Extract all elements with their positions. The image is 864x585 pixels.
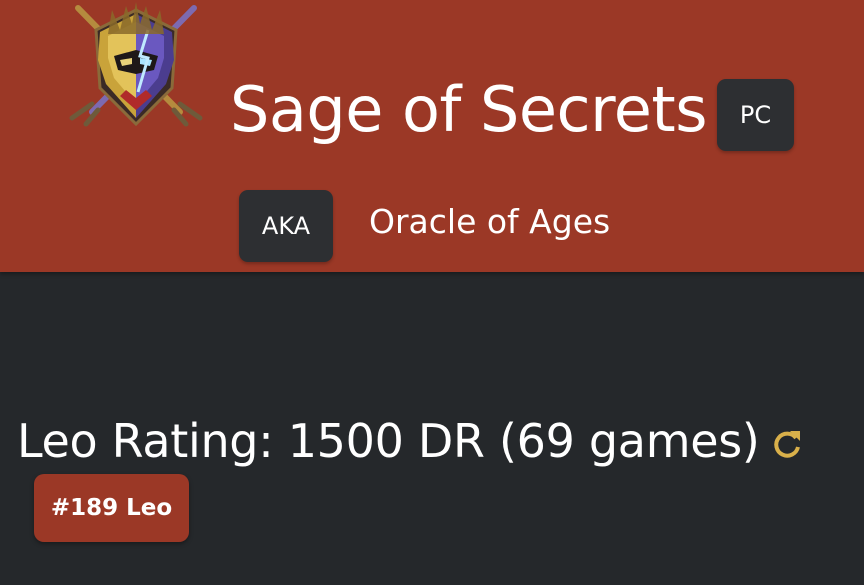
- refresh-icon[interactable]: [770, 427, 804, 461]
- aka-badge: AKA: [239, 190, 333, 262]
- knight-helmet-emblem-icon: [68, 0, 204, 132]
- player-name: Sage of Secrets: [230, 73, 708, 146]
- rating-text: Leo Rating: 1500 DR (69 games): [17, 414, 760, 468]
- player-profile-page: Sage of Secrets PC AKA Oracle of Ages Le…: [0, 0, 864, 585]
- player-alias: Oracle of Ages: [369, 202, 611, 241]
- platform-badge: PC: [717, 79, 794, 151]
- profile-header: Sage of Secrets PC AKA Oracle of Ages: [0, 0, 864, 272]
- rank-badge[interactable]: #189 Leo: [34, 474, 189, 542]
